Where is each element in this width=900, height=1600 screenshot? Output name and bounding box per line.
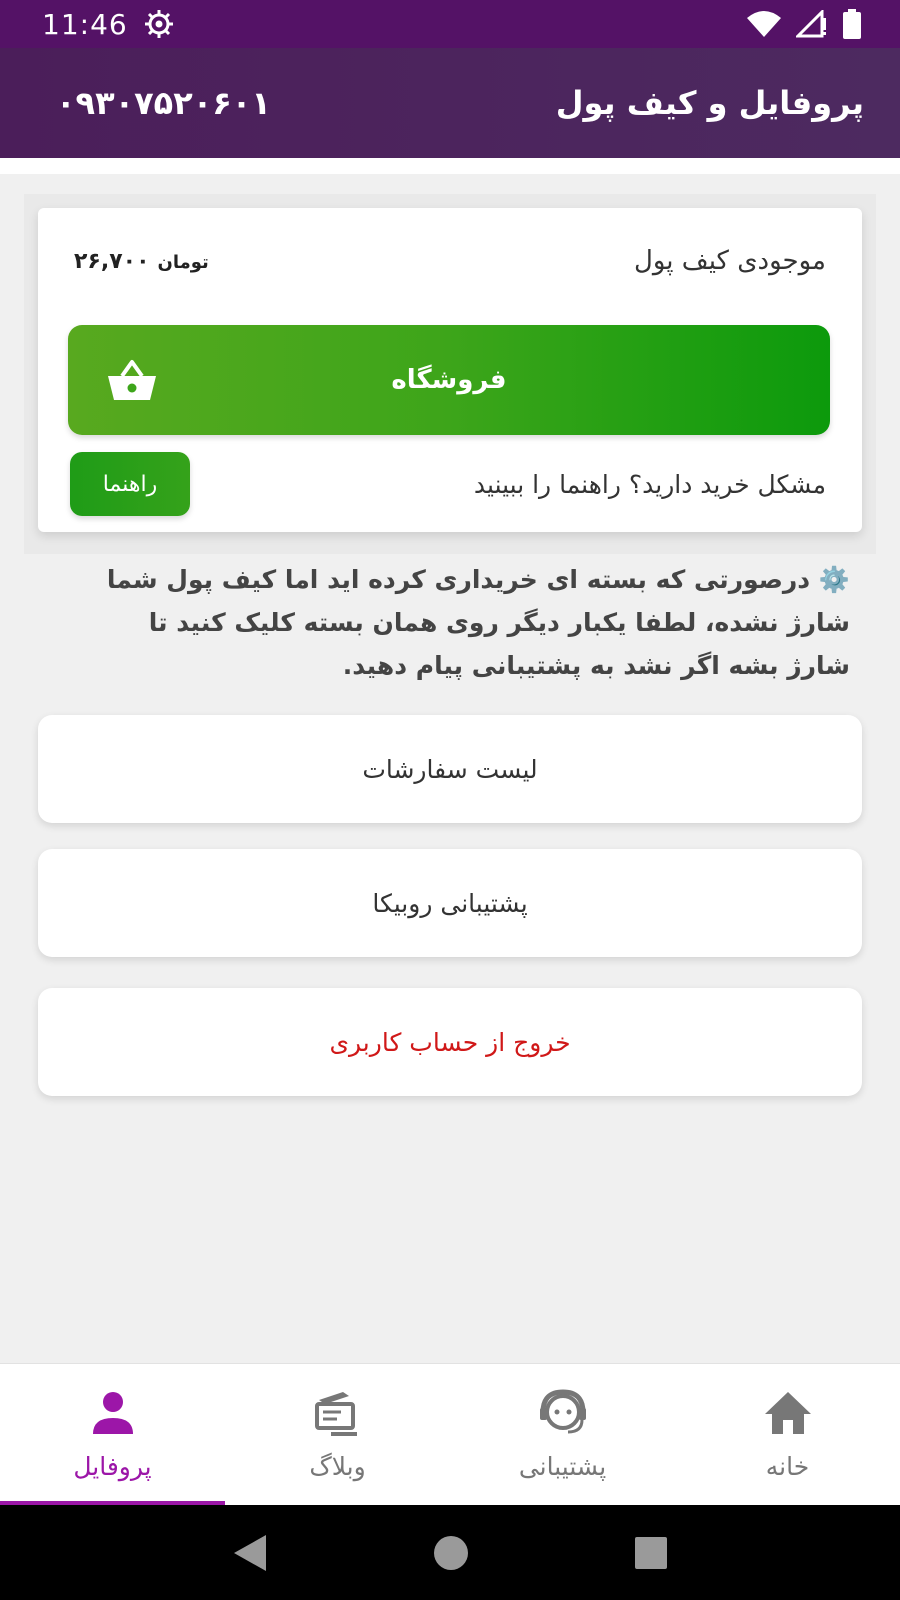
back-icon[interactable] [232,1533,268,1573]
settings-icon [144,10,173,38]
header-phone: ۰۹۳۰۷۵۲۰۶۰۱ [56,84,271,122]
person-icon [92,1392,133,1434]
app-header: ۰۹۳۰۷۵۲۰۶۰۱ پروفایل و کیف پول [0,48,900,158]
system-nav-bar [0,1505,900,1600]
status-bar: 11:46 [0,0,900,48]
notice-text: ⚙️ درصورتی که بسته ای خریداری کرده اید ا… [80,558,850,687]
notice-message: درصورتی که بسته ای خریداری کرده اید اما … [106,565,850,680]
nav-home-label: خانه [765,1452,810,1481]
logout-button[interactable]: خروج از حساب کاربری [38,988,862,1096]
nav-support-label: پشتیبانی [518,1452,607,1481]
orders-list-button[interactable]: لیست سفارشات [38,715,862,823]
nav-blog-label: وبلاگ [309,1452,366,1481]
status-right [746,9,862,39]
home-icon [764,1392,811,1434]
nav-profile[interactable]: پروفایل [0,1364,225,1506]
wallet-card: موجودی کیف پول تومان ۲۶,۷۰۰ فروشگاه مشکل… [38,208,862,532]
gear-icon: ⚙️ [818,565,850,594]
shop-button[interactable]: فروشگاه [68,325,830,435]
help-text: مشکل خرید دارید؟ راهنما را ببینید [473,469,826,499]
signal-icon [796,10,826,38]
wallet-balance: تومان ۲۶,۷۰۰ [74,249,209,274]
nav-blog[interactable]: وبلاگ [225,1364,450,1506]
page-title: پروفایل و کیف پول [555,84,864,122]
nav-support[interactable]: پشتیبانی [450,1364,675,1506]
header-divider [0,158,900,174]
nav-home[interactable]: خانه [675,1364,900,1506]
status-time: 11:46 [42,7,128,41]
battery-icon [843,9,861,39]
wifi-icon [747,11,781,37]
wallet-currency: تومان [157,251,209,273]
home-circle-icon[interactable] [433,1535,469,1571]
wallet-balance-row: موجودی کیف پول تومان ۲۶,۷۰۰ [74,246,826,276]
recents-icon[interactable] [634,1536,668,1570]
help-button[interactable]: راهنما [70,452,190,516]
bottom-nav: پروفایل وبلاگ پشتیبانی خانه [0,1363,900,1506]
basket-icon [108,360,156,400]
wallet-balance-value: ۲۶,۷۰۰ [74,248,150,274]
status-left: 11:46 [42,8,174,41]
blog-icon [314,1392,357,1436]
nav-profile-label: پروفایل [73,1452,152,1481]
help-row: مشکل خرید دارید؟ راهنما را ببینید راهنما [70,452,826,516]
shop-label: فروشگاه [391,365,507,395]
support-agent-icon [539,1389,586,1434]
wallet-label: موجودی کیف پول [633,246,826,276]
rubika-support-button[interactable]: پشتیبانی روبیکا [38,849,862,957]
